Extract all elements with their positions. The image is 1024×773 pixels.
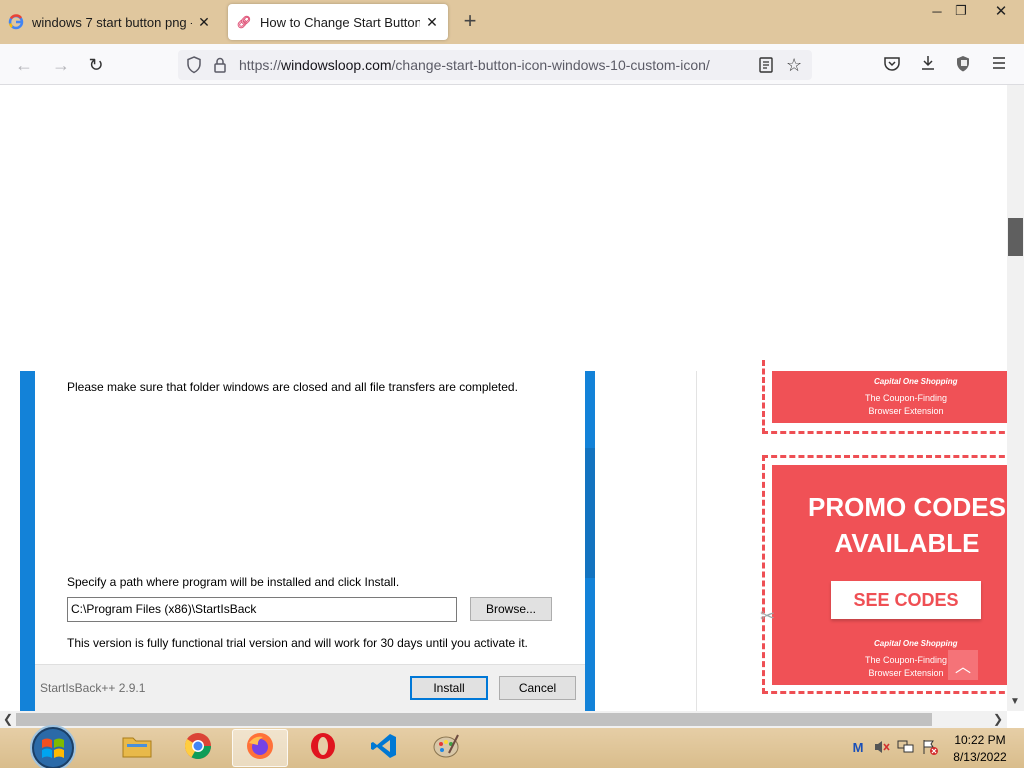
firefox-icon <box>245 731 275 766</box>
taskbar-paint[interactable] <box>418 729 474 767</box>
tab-bar: windows 7 start button png - Go ✕ 🔗︎ How… <box>0 0 1024 44</box>
pocket-icon[interactable] <box>883 56 901 77</box>
opera-icon <box>308 731 338 766</box>
ad-tagline-line2: Browser Extension <box>868 406 944 416</box>
paint-palette-icon <box>431 731 461 766</box>
taskbar-chrome[interactable] <box>170 729 226 767</box>
url-scheme: https:// <box>239 57 282 73</box>
horizontal-scroll-thumb[interactable] <box>16 713 932 726</box>
cancel-button[interactable]: Cancel <box>499 676 576 700</box>
installer-window <box>35 371 585 667</box>
scroll-right-arrow-icon[interactable]: ❯ <box>993 712 1003 726</box>
ad-tagline-line1: The Coupon-Finding <box>864 655 948 665</box>
chevron-up-icon: ︿ <box>954 659 971 676</box>
scroll-down-arrow-icon[interactable]: ▼ <box>1010 696 1020 707</box>
new-tab-button[interactable]: + <box>458 10 482 34</box>
taskbar-opera[interactable] <box>295 729 351 767</box>
url-bar[interactable]: https://windowsloop.com/change-start-but… <box>178 50 812 80</box>
downloads-icon[interactable] <box>919 54 937 77</box>
sidebar-divider <box>696 371 697 711</box>
tab-title: windows 7 start button png - Go <box>32 14 192 30</box>
vertical-scroll-thumb[interactable] <box>1008 218 1023 256</box>
vertical-scrollbar[interactable] <box>1007 85 1024 711</box>
clock-time[interactable]: 10:22 PM <box>950 733 1010 747</box>
promo-line2: AVAILABLE <box>834 528 980 558</box>
back-button[interactable]: ← <box>11 52 37 78</box>
vscode-icon <box>369 731 399 766</box>
hamburger-menu-icon[interactable] <box>991 55 1007 76</box>
ad-brand: Capital One Shopping <box>874 639 958 648</box>
url-host: windowsloop.com <box>281 57 392 73</box>
browse-button[interactable]: Browse... <box>470 597 552 621</box>
taskbar-firefox[interactable] <box>232 729 288 767</box>
lock-icon[interactable] <box>212 56 228 79</box>
malwarebytes-icon[interactable]: M <box>849 738 867 756</box>
promo-line1: PROMO CODES <box>808 492 1006 522</box>
trial-notice: This version is fully functional trial v… <box>67 636 528 650</box>
clock-date[interactable]: 8/13/2022 <box>950 750 1010 764</box>
scroll-left-arrow-icon[interactable]: ❮ <box>3 712 13 726</box>
forward-button[interactable]: → <box>48 52 74 78</box>
tab-google-search[interactable]: windows 7 start button png - Go ✕ <box>0 4 220 40</box>
ad-tagline-line1: The Coupon-Finding <box>864 393 948 403</box>
link-icon: 🔗︎ <box>236 15 252 29</box>
restore-button[interactable]: ❐ <box>945 0 977 22</box>
path-prompt: Specify a path where program will be ins… <box>67 575 400 589</box>
close-tab-icon[interactable]: ✕ <box>424 14 440 30</box>
nav-toolbar: ← → ↻ https://windowsloop.com/change-sta… <box>0 44 1024 85</box>
network-icon[interactable] <box>897 738 915 756</box>
scroll-to-top-button[interactable]: ︿ <box>948 650 978 680</box>
ad-tagline-line2: Browser Extension <box>868 668 944 678</box>
reload-button[interactable]: ↻ <box>83 52 109 78</box>
version-label: StartIsBack++ 2.9.1 <box>40 681 146 695</box>
reader-view-icon[interactable] <box>758 56 774 79</box>
start-button[interactable] <box>20 718 86 771</box>
install-path-field[interactable]: C:\Program Files (x86)\StartIsBack <box>67 597 457 622</box>
url-text[interactable]: https://windowsloop.com/change-start-but… <box>239 57 710 73</box>
shield-icon[interactable] <box>186 56 202 79</box>
ad-brand: Capital One Shopping <box>874 377 958 386</box>
promo-title: PROMO CODES AVAILABLE <box>802 489 1012 561</box>
scissors-icon: ✂ <box>760 606 776 626</box>
taskbar-vscode[interactable] <box>356 729 412 767</box>
google-g-icon <box>8 14 24 30</box>
extensions-icon[interactable] <box>955 55 971 78</box>
volume-muted-icon[interactable] <box>873 738 891 756</box>
install-button[interactable]: Install <box>410 676 488 700</box>
see-codes-button[interactable]: SEE CODES <box>831 581 981 619</box>
url-path: /change-start-button-icon-windows-10-cus… <box>391 57 710 73</box>
chrome-icon <box>183 731 213 766</box>
action-center-flag-icon[interactable] <box>921 738 939 756</box>
tab-windowsloop-article[interactable]: 🔗︎ How to Change Start Button Icon ✕ <box>228 4 448 40</box>
tab-title: How to Change Start Button Icon <box>260 14 420 30</box>
bookmark-star-icon[interactable]: ☆ <box>786 55 802 76</box>
taskbar-file-explorer[interactable] <box>109 729 165 767</box>
close-tab-icon[interactable]: ✕ <box>196 14 212 30</box>
installer-notice: Please make sure that folder windows are… <box>67 380 518 394</box>
folder-icon <box>121 732 153 765</box>
installer-frame-accent <box>585 448 595 578</box>
close-window-button[interactable]: ✕ <box>978 0 1024 22</box>
